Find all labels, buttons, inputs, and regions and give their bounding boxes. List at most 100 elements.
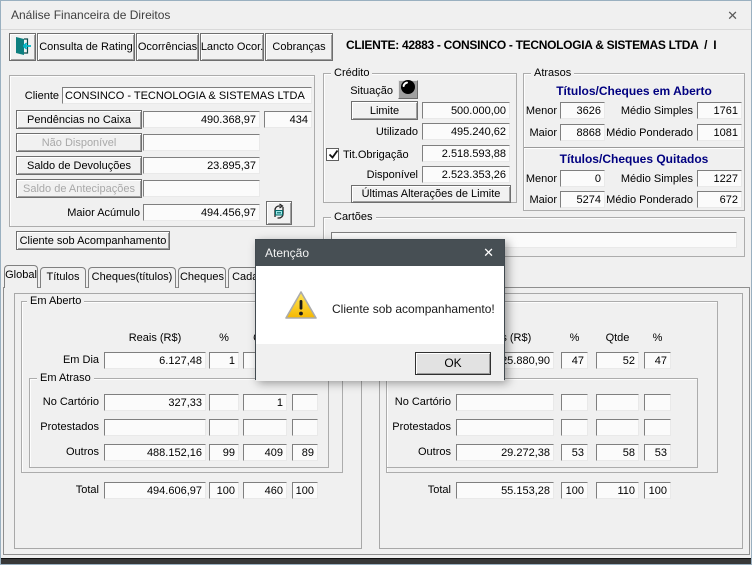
utilizado-field: 495.240,62 <box>422 123 510 140</box>
saldo-antecipacoes-field <box>143 180 260 197</box>
saldo-antecipacoes-button: Saldo de Antecipações <box>16 179 142 198</box>
protestados-label-right: Protestados <box>392 421 451 433</box>
tit-obrigacao-checkbox[interactable] <box>326 148 339 161</box>
header-pct2-right: % <box>652 332 663 344</box>
nao-disponivel-field <box>143 134 260 151</box>
disponivel-label: Disponível <box>366 169 418 181</box>
protestados-pct-right <box>561 419 588 436</box>
protestados-pct2-right <box>644 419 671 436</box>
protestados-qtde-right <box>596 419 639 436</box>
warning-icon <box>284 290 318 326</box>
outros-reais-left: 488.152,16 <box>104 444 206 461</box>
em-dia-pct-left: 1 <box>209 352 239 369</box>
quitados-medio-ponderado-label: Médio Ponderado <box>606 194 693 206</box>
atrasos-group-title: Atrasos <box>531 67 575 79</box>
cliente-field: CONSINCO - TECNOLOGIA & SISTEMAS LTDA <box>62 87 312 104</box>
tab-cheques-titulos[interactable]: Cheques(títulos) <box>88 267 176 288</box>
dialog-body: Cliente sob acompanhamento! <box>256 266 504 344</box>
quitados-medio-simples-field: 1227 <box>697 170 742 187</box>
header-reais-left: Reais (R$) <box>128 332 182 344</box>
no-cartorio-label-left: No Cartório <box>42 396 99 408</box>
quitados-menor-label: Menor <box>525 173 557 185</box>
dialog-titlebar[interactable]: Atenção ✕ <box>256 240 504 266</box>
tab-titulos[interactable]: Títulos <box>40 267 86 288</box>
limite-button[interactable]: Limite <box>351 101 418 120</box>
total-pct2-left: 100 <box>292 482 318 499</box>
cobrancas-button[interactable]: Cobranças <box>265 33 333 61</box>
refresh-cycle-icon <box>270 203 288 224</box>
cartoes-group-title: Cartões <box>331 211 376 223</box>
em-atraso-title-left: Em Atraso <box>37 372 94 384</box>
no-cartorio-qtde-left: 1 <box>243 394 287 411</box>
em-dia-qtde-right: 52 <box>596 352 639 369</box>
protestados-reais-right <box>456 419 554 436</box>
aberto-menor-label: Menor <box>525 105 557 117</box>
protestados-pct2-left <box>292 419 318 436</box>
em-dia-pct-right: 47 <box>561 352 588 369</box>
consulta-de-rating-button[interactable]: Consulta de Rating <box>37 33 135 61</box>
dialog-message: Cliente sob acompanhamento! <box>332 302 495 316</box>
outros-qtde-left: 409 <box>243 444 287 461</box>
cliente-label: Cliente <box>24 90 59 102</box>
total-pct2-right: 100 <box>644 482 671 499</box>
total-pct-right: 100 <box>561 482 588 499</box>
outros-pct-left: 99 <box>209 444 239 461</box>
no-cartorio-qtde-right <box>596 394 639 411</box>
em-aberto-group-title: Em Aberto <box>27 295 85 307</box>
tab-cheques[interactable]: Cheques <box>178 267 226 288</box>
ultimas-alteracoes-limite-button[interactable]: Últimas Alterações de Limite <box>351 185 511 203</box>
quitados-medio-ponderado-field: 672 <box>697 191 742 208</box>
ocorrencias-button[interactable]: Ocorrências <box>136 33 199 61</box>
pendencias-no-caixa-button[interactable]: Pendências no Caixa <box>16 110 142 129</box>
credito-group-title: Crédito <box>331 67 373 79</box>
lancto-ocor-button[interactable]: Lancto Ocor. <box>200 33 264 61</box>
maior-acumulo-label: Maior Acúmulo <box>67 207 140 219</box>
total-label-left: Total <box>75 484 99 496</box>
quitados-maior-label: Maior <box>529 194 557 206</box>
titulos-cheques-quitados-heading: Títulos/Cheques Quitados <box>559 152 709 166</box>
recalculate-button[interactable] <box>266 201 292 225</box>
outros-label-left: Outros <box>65 446 99 458</box>
cliente-sob-acompanhamento-button[interactable]: Cliente sob Acompanhamento <box>16 231 170 250</box>
client-info-header: CLIENTE: 42883 - CONSINCO - TECNOLOGIA &… <box>346 38 717 52</box>
tit-obrigacao-label: Tit.Obrigação <box>343 149 409 161</box>
no-cartorio-pct-right <box>561 394 588 411</box>
window-titlebar: Análise Financeira de Direitos ✕ <box>1 1 751 30</box>
dialog-close-icon[interactable]: ✕ <box>483 240 494 266</box>
em-dia-label-left: Em Dia <box>62 354 99 366</box>
no-cartorio-reais-left: 327,33 <box>104 394 206 411</box>
total-reais-right: 55.153,28 <box>456 482 554 499</box>
em-dia-reais-left: 6.127,48 <box>104 352 206 369</box>
ok-button[interactable]: OK <box>415 352 491 375</box>
pendencias-value-field: 490.368,97 <box>143 111 260 128</box>
limite-field: 500.000,00 <box>422 102 510 119</box>
header-qtde-right: Qtde <box>605 332 630 344</box>
saldo-devolucoes-button[interactable]: Saldo de Devoluções <box>16 156 142 175</box>
total-pct-left: 100 <box>209 482 239 499</box>
no-cartorio-pct-left <box>209 394 239 411</box>
exit-door-icon <box>13 35 33 60</box>
total-reais-left: 494.606,97 <box>104 482 206 499</box>
total-qtde-left: 460 <box>243 482 287 499</box>
situacao-label: Situação <box>350 85 393 97</box>
black-circle-icon <box>400 79 416 100</box>
aberto-menor-field: 3626 <box>560 102 605 119</box>
disponivel-field: 2.523.353,26 <box>422 166 510 183</box>
aberto-medio-ponderado-field: 1081 <box>697 124 742 141</box>
protestados-label-left: Protestados <box>40 421 99 433</box>
attention-dialog: Atenção ✕ Cliente sob acompanhamento! OK <box>255 239 505 381</box>
check-icon <box>328 149 339 159</box>
no-cartorio-reais-right <box>456 394 554 411</box>
situacao-status-led <box>398 80 418 99</box>
outros-qtde-right: 58 <box>596 444 639 461</box>
window-title: Análise Financeira de Direitos <box>11 8 171 22</box>
total-label-right: Total <box>427 484 451 496</box>
protestados-reais-left <box>104 419 206 436</box>
window-close-icon[interactable]: ✕ <box>727 1 738 30</box>
tab-global[interactable]: Global <box>4 265 38 288</box>
utilizado-label: Utilizado <box>375 126 418 138</box>
outros-label-right: Outros <box>417 446 451 458</box>
em-dia-pct2-right: 47 <box>644 352 671 369</box>
nao-disponivel-button: Não Disponível <box>16 133 142 152</box>
exit-button[interactable] <box>9 33 36 61</box>
